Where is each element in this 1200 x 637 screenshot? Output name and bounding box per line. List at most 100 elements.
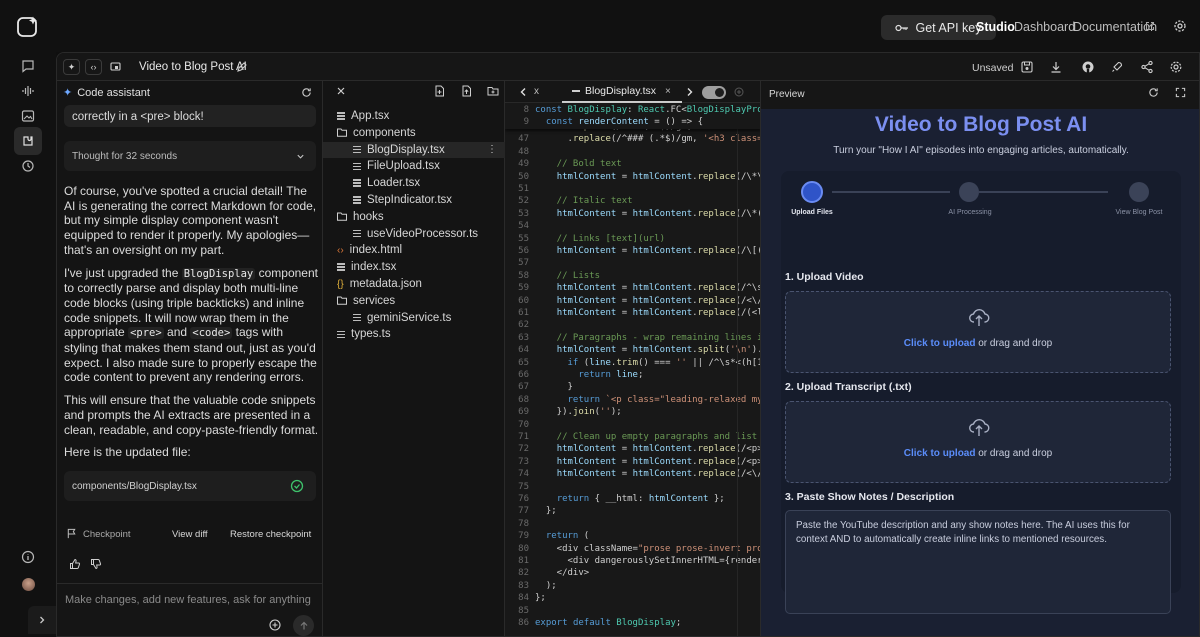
refresh-icon[interactable] [301, 87, 312, 98]
new-folder-icon[interactable] [487, 86, 499, 96]
code-line[interactable]: 54 [505, 220, 535, 232]
build-apps-icon[interactable] [14, 127, 42, 155]
file-tree-item[interactable]: BlogDisplay.tsx ⋮ [323, 141, 505, 158]
code-line[interactable]: 71 // Clean up empty paragraphs and list… [505, 431, 760, 443]
expand-rail-icon[interactable] [28, 606, 56, 634]
show-notes-textarea[interactable]: Paste the YouTube description and any sh… [785, 510, 1171, 614]
file-tree-item[interactable]: components [323, 125, 505, 141]
code-line[interactable]: 52 // Italic text [505, 195, 632, 207]
code-line[interactable]: 50 htmlContent = htmlContent.replace(/\*… [505, 171, 760, 183]
file-tree-item[interactable]: services [323, 293, 505, 309]
code-line[interactable]: 73 htmlContent = htmlContent.replace(/<p… [505, 456, 760, 468]
share-icon[interactable] [1140, 60, 1154, 74]
code-line[interactable]: 67 } [505, 381, 573, 393]
code-line[interactable]: 47 .replace(/^### (.*$)/gm, '<h3 class="… [505, 133, 760, 145]
tab-scroll-right-icon[interactable] [685, 87, 694, 97]
chat-input[interactable]: Make changes, add new features, ask for … [65, 594, 311, 606]
video-dropzone[interactable]: Click to upload or drag and drop [785, 291, 1171, 373]
code-view-icon[interactable]: ‹› [85, 59, 102, 75]
save-icon[interactable] [1020, 60, 1034, 74]
code-line[interactable]: 58 // Lists [505, 270, 600, 282]
file-tree-item[interactable]: Loader.tsx [323, 175, 505, 191]
code-line[interactable]: 86 export default BlogDisplay; [505, 617, 681, 629]
more-options-icon[interactable]: ⋮ [487, 144, 497, 155]
file-tree-item[interactable]: types.ts [323, 326, 505, 342]
close-tree-icon[interactable] [336, 86, 346, 96]
file-tree-item[interactable]: index.tsx [323, 259, 505, 275]
code-line[interactable]: 49 // Bold text [505, 158, 622, 170]
avatar[interactable] [14, 570, 42, 598]
code-line[interactable]: 68 return `<p class="leading-relaxed my-… [505, 394, 760, 406]
code-line[interactable]: 8 const BlogDisplay: React.FC<BlogDisplay… [505, 104, 760, 116]
code-line[interactable]: 63 // Paragraphs - wrap remaining lines … [505, 332, 760, 344]
code-line[interactable]: 72 htmlContent = htmlContent.replace(/<p… [505, 443, 760, 455]
download-icon[interactable] [1049, 60, 1063, 74]
code-line[interactable]: 81 <div dangerouslySetInnerHTML={renderC… [505, 555, 760, 567]
file-tree-item[interactable]: StepIndicator.tsx [323, 192, 505, 208]
edit-pencil-icon[interactable] [236, 61, 248, 73]
editor-scrollbar[interactable] [737, 125, 747, 636]
upload-file-icon[interactable] [461, 85, 472, 97]
add-circle-icon[interactable] [734, 87, 744, 97]
send-button[interactable] [293, 615, 314, 636]
studio-logo-icon[interactable] [13, 12, 43, 42]
file-tree-item[interactable]: ‹› index.html [323, 242, 505, 258]
preview-refresh-icon[interactable] [1148, 87, 1159, 98]
code-line[interactable]: 75 [505, 481, 535, 493]
code-line[interactable]: 82 </div> [505, 567, 589, 579]
nav-studio[interactable]: Studio [976, 20, 1015, 34]
thumbs-up-icon[interactable] [69, 558, 81, 570]
code-line[interactable]: 48 [505, 146, 535, 158]
code-line[interactable]: 77 }; [505, 505, 557, 517]
code-line[interactable]: 78 [505, 518, 535, 530]
code-line[interactable]: 59 htmlContent = htmlContent.replace(/^\… [505, 282, 760, 294]
code-line[interactable]: 83 ); [505, 580, 557, 592]
code-line[interactable]: 61 htmlContent = htmlContent.replace(/(<… [505, 307, 760, 319]
code-line[interactable]: 79 return ( [505, 530, 589, 542]
file-tree-item[interactable]: FileUpload.tsx [323, 158, 505, 174]
add-attachment-icon[interactable] [269, 619, 281, 631]
transcript-dropzone[interactable]: Click to upload or drag and drop [785, 401, 1171, 483]
chat-icon[interactable] [14, 52, 42, 80]
diff-toggle[interactable] [702, 86, 726, 99]
video-click-to-upload-link[interactable]: Click to upload [904, 338, 976, 349]
code-line[interactable]: 65 if (line.trim() === '' || /^\s*<(h[1-… [505, 357, 760, 369]
code-line[interactable]: 57 [505, 257, 535, 269]
github-icon[interactable] [1081, 60, 1095, 74]
code-line[interactable]: 76 return { __html: htmlContent }; [505, 493, 725, 505]
file-tree-item[interactable]: hooks [323, 209, 505, 225]
code-line[interactable]: 62 [505, 319, 535, 331]
tab-close-icon[interactable]: × [665, 86, 671, 97]
audio-wave-icon[interactable] [14, 77, 42, 105]
file-tree-item[interactable]: {} metadata.json [323, 276, 505, 292]
view-diff-button[interactable]: View diff [172, 529, 208, 540]
code-line[interactable]: 74 htmlContent = htmlContent.replace(/<\… [505, 468, 760, 480]
app-settings-gear-icon[interactable] [1169, 60, 1183, 74]
code-line[interactable]: 80 <div className="prose prose-invert pr… [505, 543, 760, 555]
image-icon[interactable] [14, 102, 42, 130]
tab-blogdisplay[interactable]: BlogDisplay.tsx × [562, 81, 682, 103]
history-icon[interactable] [14, 152, 42, 180]
code-line[interactable]: 70 [505, 419, 535, 431]
code-line[interactable]: 55 // Links [text](url) [505, 233, 665, 245]
previous-tab-close[interactable]: x [534, 86, 539, 97]
code-line[interactable]: 69 }).join(''); [505, 406, 622, 418]
nav-dashboard[interactable]: Dashboard [1014, 20, 1075, 34]
thumbs-down-icon[interactable] [90, 558, 102, 570]
info-icon[interactable] [14, 543, 42, 571]
deploy-rocket-icon[interactable] [1110, 60, 1124, 74]
transcript-click-to-upload-link[interactable]: Click to upload [904, 448, 976, 459]
fullscreen-icon[interactable] [1175, 87, 1186, 98]
sparkle-icon[interactable]: ✦ [63, 59, 80, 75]
updated-file-card[interactable]: components/BlogDisplay.tsx [64, 471, 316, 501]
tab-scroll-left-icon[interactable] [519, 87, 528, 97]
code-line[interactable]: 85 [505, 605, 535, 617]
settings-gear-icon[interactable] [1173, 19, 1187, 33]
code-line[interactable]: 9 const renderContent = () => { [505, 116, 703, 128]
new-file-icon[interactable] [434, 85, 445, 97]
code-line[interactable]: 84}; [505, 592, 546, 604]
code-line[interactable]: 64 htmlContent = htmlContent.split('\n')… [505, 344, 760, 356]
device-preview-icon[interactable] [107, 59, 124, 75]
code-line[interactable]: 56 htmlContent = htmlContent.replace(/\[… [505, 245, 760, 257]
restore-checkpoint-button[interactable]: Restore checkpoint [230, 529, 311, 540]
